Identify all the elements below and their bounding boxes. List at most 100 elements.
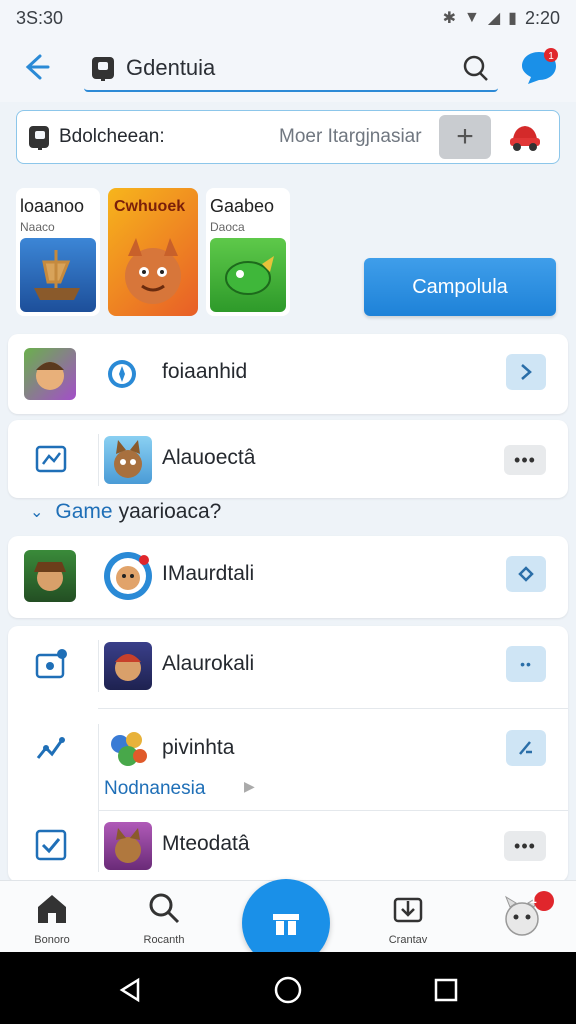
section-prefix: Game (55, 500, 113, 523)
signal-icon: ◢ (487, 10, 501, 27)
card-title: Cwhuoek (114, 198, 186, 215)
dragon-artwork (210, 238, 286, 312)
list-item-title: pivinhta (162, 736, 235, 759)
more-button[interactable]: ••• (504, 445, 546, 475)
back-triangle-icon[interactable] (116, 976, 144, 1004)
list-item[interactable]: foiaanhid (8, 334, 568, 414)
list-item-title: Mteodatâ (162, 832, 250, 855)
list-card: Alauoectâ ••• (8, 420, 568, 498)
game-thumbnail (104, 642, 152, 690)
system-nav-bar (0, 952, 576, 1024)
search-icon (149, 893, 180, 924)
game-avatar (24, 348, 76, 400)
list-item-title: Alauoectâ (162, 446, 256, 469)
search-input[interactable]: Gdentuia (126, 55, 460, 81)
cta-button[interactable]: Campolula (364, 258, 556, 316)
compass-icon (104, 356, 140, 392)
pen-icon (519, 741, 532, 755)
sync-icon (518, 566, 534, 582)
action-button[interactable]: •• (506, 646, 546, 682)
list-item-title: foiaanhid (162, 360, 248, 383)
chat-square-icon (92, 57, 114, 81)
svg-text:1: 1 (548, 51, 554, 62)
more-button[interactable]: ••• (504, 831, 546, 861)
game-card[interactable]: Gaabeo Daoca (206, 188, 290, 316)
home-circle-icon[interactable] (272, 974, 304, 1006)
section-header[interactable]: ⌄ Game yaarioaca? (30, 500, 221, 524)
featured-cards: loaanoo Naaco Cwhuoek Gaabeo Daoca (16, 188, 290, 316)
more-dots-icon: ••• (514, 835, 536, 856)
chevron-down-icon: ⌄ (30, 504, 44, 521)
game-card[interactable]: loaanoo Naaco (16, 188, 100, 316)
list-item[interactable]: Mteodatâ ••• (8, 806, 568, 886)
list-item[interactable]: IMaurdtali (8, 536, 568, 616)
secondary-input[interactable]: Moer Itargjnasiar (279, 126, 439, 148)
list-card: Alaurokali •• pivinhta Mteodatâ ••• (8, 626, 568, 882)
section-title: yaarioaca? (118, 500, 222, 523)
card-subtitle: Daoca (210, 220, 245, 234)
list-card: foiaanhid (8, 334, 568, 414)
list-item-title: Alaurokali (162, 652, 255, 675)
chevron-right-icon (521, 364, 532, 380)
messages-button[interactable]: 1 (518, 46, 560, 88)
status-time: 3S:30 (16, 7, 64, 28)
profile-badge: 1 (530, 892, 537, 906)
game-thumbnail (104, 552, 152, 600)
nav-home-label: Bonoro (34, 934, 70, 946)
game-avatar (24, 550, 76, 602)
bluetooth-icon: ✱ (442, 10, 456, 27)
nav-profile[interactable]: 1 (486, 889, 566, 950)
checkbox-icon[interactable] (34, 828, 70, 864)
open-button[interactable] (506, 354, 546, 390)
card-subtitle: Naaco (20, 220, 55, 234)
nav-updates[interactable]: Crantav (368, 891, 448, 946)
bottom-nav: Bonoro Rocanth Crantav 1 (0, 879, 576, 967)
sync-button[interactable] (506, 556, 546, 592)
top-bar: Gdentuia 1 (0, 36, 576, 102)
avatar-icon (504, 891, 554, 936)
add-button[interactable]: + (439, 115, 491, 159)
more-dots-icon: ••• (514, 449, 536, 470)
gift-icon (273, 914, 299, 935)
list-item[interactable]: pivinhta (8, 710, 568, 828)
secondary-search-bar[interactable]: Bdolcheean: Moer Itargjnasiar + (16, 110, 560, 164)
game-thumbnail (104, 726, 152, 774)
ship-artwork (20, 238, 96, 312)
wifi-icon: ▼ (463, 9, 480, 26)
status-bar: 3S:30 ✱ ▼ ◢ ▮ 2:20 (0, 0, 576, 36)
game-thumbnail (104, 822, 152, 870)
nav-search[interactable]: Rocanth (124, 891, 204, 946)
search-bar[interactable]: Gdentuia (84, 46, 498, 92)
car-button[interactable] (503, 115, 547, 159)
game-thumbnail (104, 436, 152, 484)
list-item[interactable]: Alauoectâ ••• (8, 420, 568, 500)
nav-updates-label: Crantav (388, 934, 428, 946)
triangle-icon: ▶ (244, 778, 255, 794)
nav-home[interactable]: Bonoro (12, 891, 92, 946)
status-clock: 2:20 (524, 7, 560, 28)
edit-button[interactable] (506, 730, 546, 766)
list-card: IMaurdtali (8, 536, 568, 618)
search-icon[interactable] (460, 53, 490, 83)
chart-icon (34, 442, 70, 478)
back-arrow-icon[interactable] (18, 50, 52, 84)
game-card[interactable]: Cwhuoek (108, 188, 198, 316)
nav-search-label: Rocanth (143, 934, 185, 946)
home-icon (38, 895, 66, 923)
dots-icon: •• (520, 656, 532, 672)
image-edit-icon (34, 648, 70, 684)
analytics-icon (34, 732, 70, 768)
list-item[interactable]: Alaurokali •• (8, 626, 568, 706)
car-icon (510, 126, 540, 151)
list-item-title: IMaurdtali (162, 562, 255, 585)
card-title: loaanoo (20, 196, 85, 216)
recents-square-icon[interactable] (432, 976, 460, 1004)
download-box-icon (393, 897, 423, 923)
sub-heading: Nodnanesia (104, 778, 206, 799)
battery-icon: ▮ (508, 10, 517, 27)
plus-icon: + (456, 120, 474, 153)
card-title: Gaabeo (210, 196, 275, 216)
secondary-label: Bdolcheean: (59, 126, 165, 147)
chat-square-icon (29, 126, 49, 150)
fox-artwork (112, 226, 194, 312)
